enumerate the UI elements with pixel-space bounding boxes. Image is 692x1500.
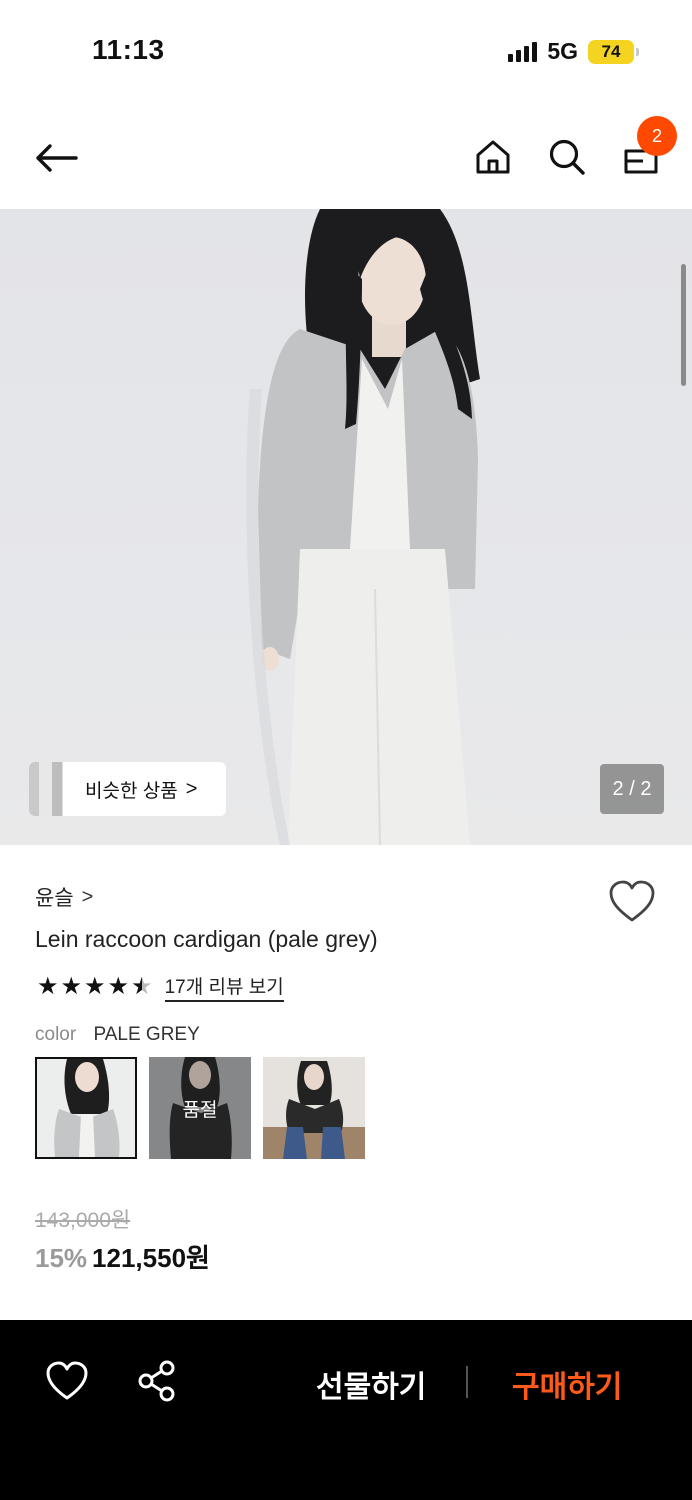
swatch-charcoal[interactable]: 품절 <box>149 1057 251 1159</box>
chevron-right-icon: > <box>185 777 198 800</box>
sale-price: 121,550원 <box>92 1243 210 1273</box>
search-icon <box>549 139 585 175</box>
signal-icon <box>508 41 538 62</box>
similar-products-label: 비슷한 상품 <box>85 780 178 802</box>
chevron-right-icon: > <box>81 885 94 908</box>
swatch-pale-grey[interactable] <box>35 1057 137 1159</box>
star-icon: ★ <box>107 973 130 1000</box>
star-rating: ★ ★ ★ ★ ★ <box>37 973 153 1001</box>
home-icon <box>476 140 510 174</box>
wishlist-button[interactable] <box>608 880 656 924</box>
swatch-image <box>37 1059 135 1157</box>
soldout-label: 품절 <box>149 1057 251 1159</box>
battery-level: 74 <box>601 41 621 61</box>
discount-rate: 15% <box>35 1243 88 1273</box>
network-label: 5G <box>547 38 578 64</box>
heart-icon <box>46 1361 88 1400</box>
color-swatches: 품절 <box>35 1057 365 1159</box>
brand-name: 윤슬 <box>35 887 74 910</box>
star-icon: ★ <box>84 973 106 1000</box>
swatch-image <box>263 1057 365 1159</box>
rating-row: ★ ★ ★ ★ ★ 17개 리뷰 보기 <box>37 972 284 1002</box>
bottom-action-bar: 선물하기 구매하기 <box>0 1320 692 1500</box>
scroll-indicator[interactable] <box>681 264 686 386</box>
image-page-indicator: 2 / 2 <box>600 764 664 814</box>
battery-icon: 74 <box>588 39 639 64</box>
status-indicators: 5G 74 <box>508 38 639 65</box>
divider <box>466 1366 468 1398</box>
brand-link[interactable]: 윤슬 > <box>35 882 93 912</box>
model-illustration <box>246 209 480 845</box>
swatch-black[interactable] <box>263 1057 365 1159</box>
similar-products-thumbnail <box>29 762 63 816</box>
search-button[interactable] <box>540 130 594 184</box>
heart-icon <box>609 880 655 922</box>
cart-count-badge: 2 <box>637 116 677 156</box>
share-icon <box>138 1360 175 1402</box>
share-button[interactable] <box>136 1360 178 1402</box>
similar-products-button[interactable]: 비슷한 상품 > <box>29 762 226 816</box>
original-price: 143,000원 <box>35 1209 131 1232</box>
color-row: color PALE GREY <box>35 1024 200 1046</box>
status-bar: 11:13 5G 74 <box>0 0 692 100</box>
home-button[interactable] <box>466 130 520 184</box>
status-time: 11:13 <box>92 34 165 65</box>
back-arrow-icon <box>36 144 78 172</box>
color-value: PALE GREY <box>93 1024 200 1045</box>
gift-button[interactable]: 선물하기 <box>316 1362 426 1406</box>
back-button[interactable] <box>28 130 84 186</box>
product-image[interactable] <box>0 209 692 845</box>
buy-button[interactable]: 구매하기 <box>512 1362 622 1406</box>
color-label: color <box>35 1024 77 1045</box>
top-nav <box>0 110 692 206</box>
price-row: 15% 121,550원 <box>35 1238 210 1275</box>
bottom-wishlist-button[interactable] <box>44 1360 90 1402</box>
product-name: Lein raccoon cardigan (pale grey) <box>35 926 378 952</box>
half-star-icon: ★ <box>131 973 153 1000</box>
star-icon: ★ <box>60 973 83 1000</box>
review-link[interactable]: 17개 리뷰 보기 <box>164 972 284 1002</box>
star-icon: ★ <box>37 973 59 1000</box>
